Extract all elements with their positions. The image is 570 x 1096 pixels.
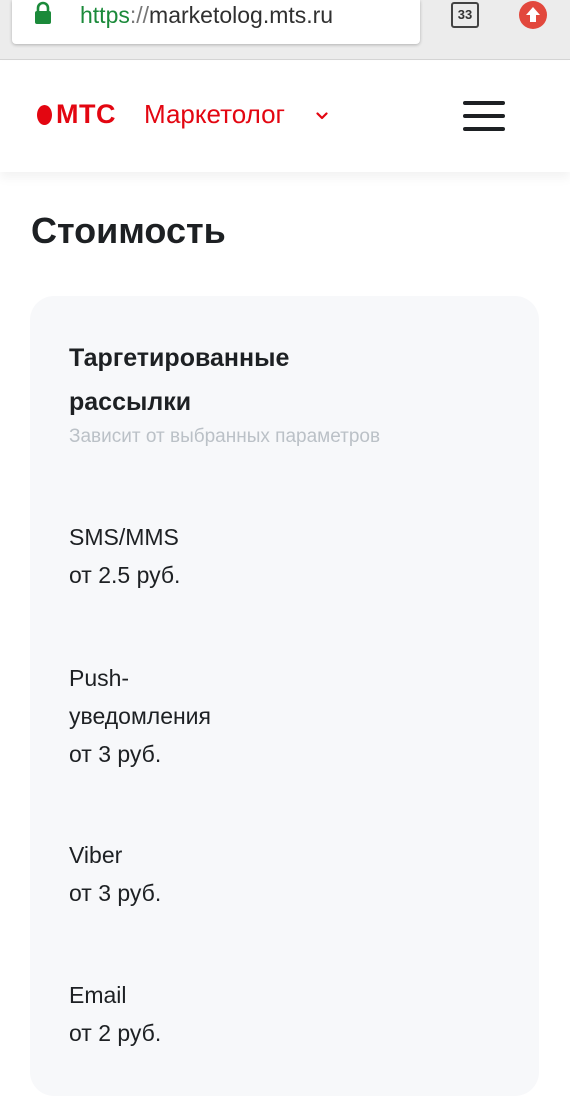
menu-bar <box>463 101 505 105</box>
price-item-value: от 2.5 руб. <box>69 562 181 588</box>
price-item-name: Push-уведомления <box>69 665 211 729</box>
price-item-email: Email от 2 руб. <box>69 976 309 1052</box>
product-switcher[interactable]: Маркетолог <box>144 99 285 130</box>
price-item-name: Viber <box>69 842 123 868</box>
price-card: Таргетированные рассылки Зависит от выбр… <box>30 296 539 1096</box>
tabs-icon[interactable]: 33 <box>451 2 479 28</box>
lock-icon <box>35 1 51 24</box>
page-title: Стоимость <box>31 210 226 251</box>
url-host: marketolog.mts.ru <box>149 2 334 28</box>
card-title: Таргетированные рассылки <box>69 344 290 416</box>
browser-toolbar: https://marketolog.mts.ru 33 <box>0 0 570 60</box>
chevron-down-icon[interactable] <box>316 111 328 121</box>
price-item-sms: SMS/MMS от 2.5 руб. <box>69 518 309 594</box>
menu-icon[interactable] <box>463 101 505 133</box>
price-item-value: от 2 руб. <box>69 1020 162 1046</box>
url-text: https://marketolog.mts.ru <box>80 0 333 30</box>
url-separator: :// <box>129 2 150 28</box>
price-item-push: Push-уведомления от 3 руб. <box>69 659 239 773</box>
card-subtitle: Зависит от выбранных параметров <box>69 426 381 447</box>
menu-bar <box>463 114 505 118</box>
mts-egg-icon[interactable] <box>37 104 52 125</box>
price-item-value: от 3 руб. <box>69 880 162 906</box>
url-scheme: https <box>80 2 130 28</box>
address-bar[interactable]: https://marketolog.mts.ru <box>12 0 420 44</box>
price-item-value: от 3 руб. <box>69 741 162 767</box>
site-header: МТС Маркетолог <box>0 61 570 172</box>
mts-logo[interactable]: МТС <box>56 99 116 130</box>
update-icon[interactable] <box>518 0 548 30</box>
price-item-name: Email <box>69 982 127 1008</box>
price-item-viber: Viber от 3 руб. <box>69 836 309 912</box>
menu-bar <box>463 127 505 131</box>
price-item-name: SMS/MMS <box>69 524 179 550</box>
